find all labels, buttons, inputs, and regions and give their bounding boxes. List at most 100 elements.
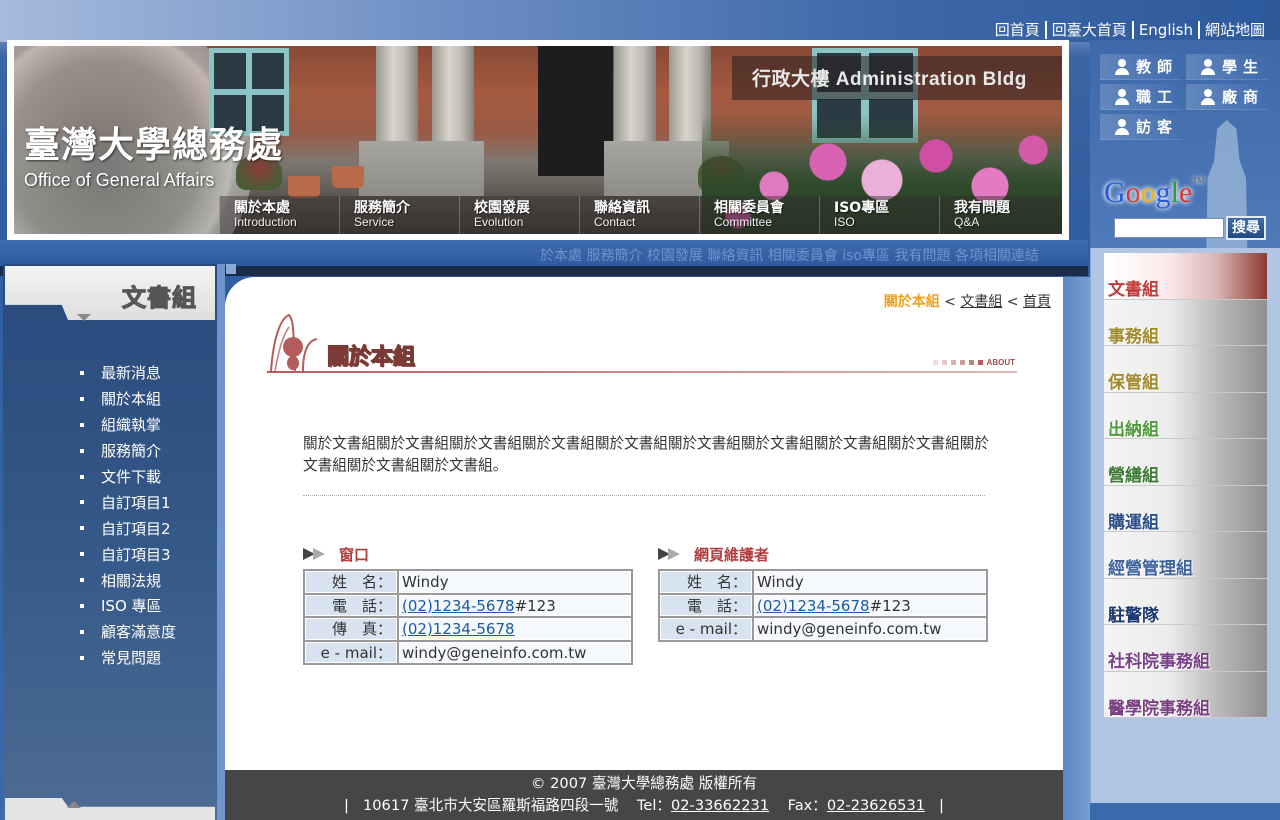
unit-link[interactable]: 營繕組 [1104, 439, 1267, 486]
nav-label: 我有問題 [954, 200, 1010, 216]
field-label: 姓 名： [660, 571, 752, 593]
field-value: (02)1234-5678 [399, 618, 631, 640]
unit-link[interactable]: 經營管理組 [1104, 532, 1267, 579]
field-value: windy@geneinfo.com.tw [399, 641, 631, 663]
nav-contact[interactable]: 聯絡資訊 Contact [579, 196, 699, 234]
bullet-icon [80, 552, 84, 557]
user-icon [1114, 58, 1130, 75]
left-sidebar-footer [5, 798, 215, 820]
logo-chinese: 臺灣大學總務處 [24, 124, 284, 166]
about-tag: ABOUT [932, 358, 1015, 367]
nav-service[interactable]: 服務簡介 Service [339, 196, 459, 234]
nav-label: 服務簡介 [354, 200, 410, 216]
nav-committee[interactable]: 相關委員會 Committee [699, 196, 819, 234]
nav-evolution[interactable]: 校園發展 Evolution [459, 196, 579, 234]
phone-link[interactable]: (02)1234-5678 [402, 597, 515, 615]
unit-link[interactable]: 社科院事務組 [1104, 625, 1267, 672]
address: 10617 臺北市大安區羅斯福路四段一號 [362, 797, 619, 814]
left-menu-item[interactable]: 相關法規 [80, 567, 176, 593]
field-label: 傳 真： [305, 618, 397, 640]
unit-link[interactable]: 醫學院事務組 [1104, 671, 1267, 718]
audience-label: 教師 [1136, 58, 1179, 76]
left-menu-item[interactable]: 組織執掌 [80, 412, 176, 438]
bullet-icon [80, 474, 84, 479]
fax-link[interactable]: 02-23626531 [827, 797, 925, 814]
left-menu-item[interactable]: 最新消息 [80, 360, 176, 386]
left-menu-label: 自訂項目3 [101, 545, 171, 564]
left-menu-label: 自訂項目1 [101, 493, 171, 512]
left-menu-item[interactable]: ISO 專區 [80, 593, 176, 619]
google-search-input[interactable] [1114, 218, 1224, 238]
left-menu-label: 組織執掌 [101, 416, 162, 435]
left-menu-item[interactable]: 關於本組 [80, 386, 176, 412]
double-chevron-icon [658, 548, 686, 560]
unit-link[interactable]: 文書組 [1104, 253, 1267, 300]
unit-link[interactable]: 駐警隊 [1104, 578, 1267, 625]
nav-label: 校園發展 [474, 200, 530, 216]
about-label: ABOUT [986, 358, 1015, 367]
field-label: e - mail： [305, 641, 397, 663]
bullet-icon [80, 370, 84, 375]
phone-link[interactable]: (02)1234-5678 [402, 620, 515, 638]
audience-teachers[interactable]: 教師 [1100, 54, 1182, 80]
unit-link[interactable]: 保管組 [1104, 346, 1267, 393]
google-search-button[interactable]: 搜尋 [1226, 216, 1266, 240]
banner-image: 臺灣大學總務處 Office of General Affairs 行政大樓 A… [14, 46, 1062, 234]
left-menu-item[interactable]: 自訂項目3 [80, 541, 176, 567]
bullet-icon [80, 655, 84, 660]
audience-staff[interactable]: 職工 [1100, 84, 1182, 110]
left-sidebar: 文書組 最新消息 關於本組 組織執掌 服務簡介 文件下載 自訂項目1 自訂項目2 自訂項目3 相… [3, 264, 217, 820]
field-value: Windy [399, 571, 631, 593]
contact-title: 窗口 [303, 543, 633, 565]
bullet-icon [80, 500, 84, 505]
dotted-divider [303, 495, 985, 496]
phone-link[interactable]: (02)1234-5678 [757, 597, 870, 615]
unit-link[interactable]: 事務組 [1104, 299, 1267, 346]
nav-label: 相關委員會 [714, 200, 784, 216]
contact-table: 姓 名： Windy 電 話： (02)1234-5678#123 傳 真： (02)12… [303, 569, 633, 665]
left-menu-item[interactable]: 自訂項目2 [80, 515, 176, 541]
marquee-text[interactable]: 於本處 服務簡介 校園發展 聯絡資訊 相關委員會 iso專區 我有問題 各項相關… [540, 245, 1039, 265]
english-link[interactable]: English [1134, 21, 1198, 39]
user-icon [1114, 118, 1130, 135]
left-menu-label: 最新消息 [101, 364, 162, 383]
section-header: 關於本組 ABOUT [267, 313, 1017, 375]
top-bar: 回首頁 回臺大首頁 English 網站地圖 [0, 0, 1280, 42]
unit-link[interactable]: 購運組 [1104, 485, 1267, 532]
nav-introduction[interactable]: 關於本處 Introduction [219, 196, 339, 234]
nav-qa[interactable]: 我有問題 Q&A [939, 196, 1059, 234]
field-label: 電 話： [660, 594, 752, 616]
audience-students[interactable]: 學生 [1186, 54, 1268, 80]
bullet-icon [80, 603, 84, 608]
audience-visitors[interactable]: 訪客 [1100, 114, 1182, 140]
banner-frame: 臺灣大學總務處 Office of General Affairs 行政大樓 A… [7, 40, 1069, 240]
site-logo[interactable]: 臺灣大學總務處 Office of General Affairs [24, 116, 283, 191]
nav-iso[interactable]: ISO專區 ISO [819, 196, 939, 234]
left-menu-item[interactable]: 常見問題 [80, 645, 176, 671]
tel-link[interactable]: 02-33662231 [671, 797, 769, 814]
building-door [538, 46, 613, 176]
breadcrumb-parent-link[interactable]: 文書組 [960, 294, 1002, 310]
phone-extension: #123 [869, 596, 911, 615]
audience-label: 訪客 [1136, 118, 1179, 136]
audience-vendors[interactable]: 廠商 [1186, 84, 1268, 110]
nav-label: 聯絡資訊 [594, 200, 650, 216]
footer-address-line: | 10617 臺北市大安區羅斯福路四段一號 Tel：02-33662231 Fa… [344, 797, 944, 814]
breadcrumb-current: 關於本組 [883, 294, 940, 310]
ntu-home-link[interactable]: 回臺大首頁 [1047, 19, 1132, 40]
bullet-icon [80, 422, 84, 427]
building-column [614, 46, 656, 141]
left-menu-item[interactable]: 文件下載 [80, 464, 176, 490]
left-menu-item[interactable]: 顧客滿意度 [80, 619, 176, 645]
left-menu-item[interactable]: 服務簡介 [80, 438, 176, 464]
left-menu-item[interactable]: 自訂項目1 [80, 489, 176, 515]
unit-link[interactable]: 出納組 [1104, 392, 1267, 439]
home-link[interactable]: 回首頁 [990, 19, 1045, 40]
nav-label: 關於本處 [234, 200, 290, 216]
intro-text: 關於文書組關於文書組關於文書組關於文書組關於文書組關於文書組關於文書組關於文書組… [303, 435, 989, 474]
phone-extension: #123 [514, 596, 556, 615]
breadcrumb-home-link[interactable]: 首頁 [1023, 294, 1051, 310]
sitemap-link[interactable]: 網站地圖 [1200, 19, 1270, 40]
bullet-icon [80, 629, 84, 634]
footer: © 2007 臺灣大學總務處 版權所有 | 10617 臺北市大安區羅斯福路四段一… [225, 770, 1063, 820]
